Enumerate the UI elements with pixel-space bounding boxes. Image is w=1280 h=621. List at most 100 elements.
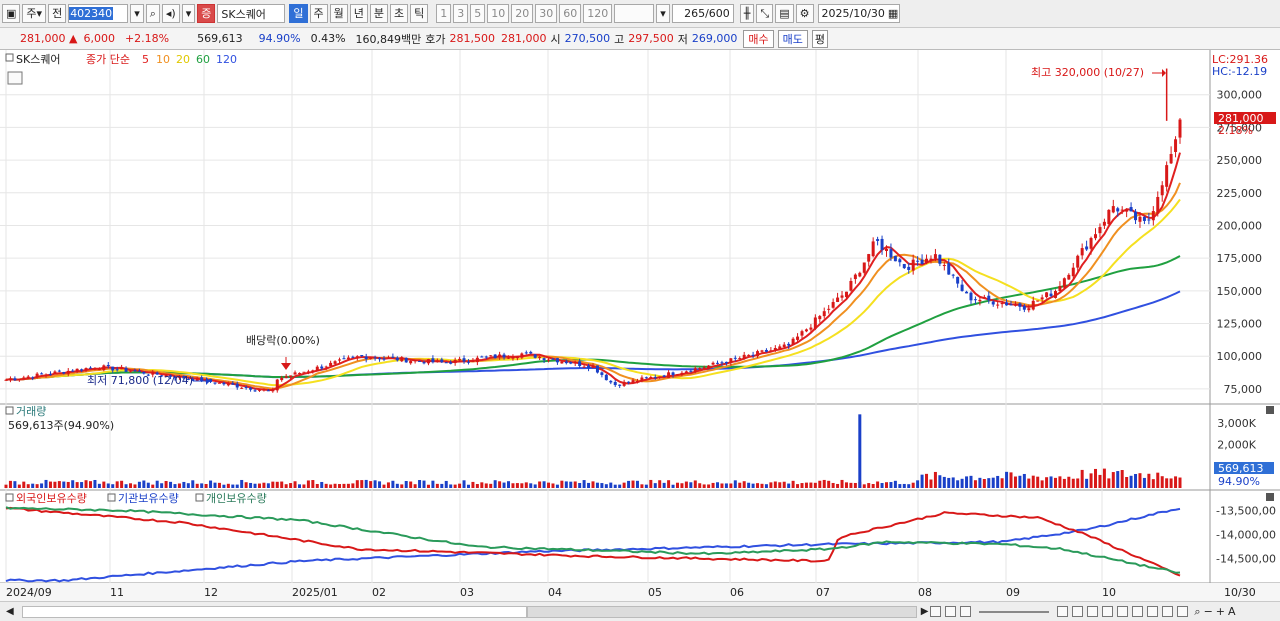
scroll-track[interactable] xyxy=(21,605,527,618)
interval-60-button[interactable]: 60 xyxy=(559,4,582,23)
evaluate-button[interactable]: 평 xyxy=(811,29,829,48)
volume-bar xyxy=(293,481,297,488)
volume-bar xyxy=(133,484,137,488)
gear-icon[interactable]: ⚙ xyxy=(795,4,814,23)
volume-bar xyxy=(151,484,155,488)
candle-body xyxy=(644,377,648,379)
buy-button[interactable]: 매수 xyxy=(743,29,774,48)
zoom-out-icon[interactable]: − xyxy=(1204,605,1213,618)
draw-tool-icon[interactable]: ⤡ xyxy=(756,4,774,23)
scroll-left-icon[interactable]: ◀ xyxy=(6,606,14,617)
volume-bar xyxy=(1178,477,1182,488)
tool-icon-1[interactable] xyxy=(1057,606,1069,617)
interval-30-button[interactable]: 30 xyxy=(535,4,558,23)
scroll-right-icon[interactable]: ▶ xyxy=(921,606,929,617)
tool-icon-5[interactable] xyxy=(1117,606,1129,617)
candle-body xyxy=(782,344,786,348)
ask-label: 호가 xyxy=(425,32,446,46)
stop-icon[interactable] xyxy=(945,606,957,617)
volume-bar xyxy=(329,484,333,488)
tool-icon-7[interactable] xyxy=(1147,606,1159,617)
volume-bar xyxy=(364,479,368,488)
period-week-button[interactable]: 주 xyxy=(309,4,328,23)
candle-body xyxy=(920,259,924,264)
period-second-button[interactable]: 초 xyxy=(390,4,409,23)
volume-bar xyxy=(600,483,604,488)
up-arrow-icon: ▲ xyxy=(69,32,78,45)
candle-body xyxy=(880,238,884,250)
rewind-icon[interactable] xyxy=(930,606,942,617)
volume-bar xyxy=(618,484,622,488)
zoom-search-icon[interactable]: ⌕ xyxy=(1194,605,1200,619)
volume-bar xyxy=(244,482,248,488)
volume-bar xyxy=(169,481,173,488)
candle-body xyxy=(787,343,791,346)
period-tick-button[interactable]: 틱 xyxy=(410,4,429,23)
tool-icon-4[interactable] xyxy=(1102,606,1114,617)
stock-name-field[interactable]: SK스퀘어 xyxy=(217,4,286,23)
tool-icon-6[interactable] xyxy=(1132,606,1144,617)
tool-icon-3[interactable] xyxy=(1087,606,1099,617)
volume-title: 거래량 xyxy=(16,405,46,418)
interval-3-button[interactable]: 3 xyxy=(453,4,469,23)
volume-bar xyxy=(373,480,377,488)
tool-icon-8[interactable] xyxy=(1162,606,1174,617)
candle-body xyxy=(53,371,57,374)
candle-body xyxy=(507,357,511,359)
layout-icon[interactable]: ▣ xyxy=(2,4,21,23)
volume-bar xyxy=(418,480,422,488)
candle-body xyxy=(796,336,800,340)
candle-body xyxy=(649,376,653,379)
interval-1-button[interactable]: 1 xyxy=(436,4,452,23)
calendar-icon[interactable]: ▦ xyxy=(888,7,898,20)
play-icon[interactable] xyxy=(960,606,972,617)
candle-body xyxy=(1040,297,1044,300)
candle-body xyxy=(595,365,599,373)
interval-dropdown-icon[interactable]: ▾ xyxy=(656,4,670,23)
period-minute-button[interactable]: 분 xyxy=(369,4,388,23)
tool-icon-2[interactable] xyxy=(1072,606,1084,617)
zoom-slider[interactable] xyxy=(979,610,1050,613)
stock-code-input[interactable]: 402340 xyxy=(68,4,129,23)
font-size-icon[interactable]: A xyxy=(1228,605,1236,618)
interval-custom-input[interactable] xyxy=(614,4,655,23)
sell-button[interactable]: 매도 xyxy=(777,29,808,48)
interval-10-button[interactable]: 10 xyxy=(487,4,510,23)
candle-body xyxy=(320,366,324,369)
code-dropdown-icon[interactable]: ▾ xyxy=(130,4,144,23)
date-input[interactable]: 2025/10/30 ▦ xyxy=(817,4,900,23)
candle-body xyxy=(738,358,742,360)
type-select[interactable]: 주 ▾ xyxy=(22,4,47,23)
search-icon[interactable]: ⌕ xyxy=(145,4,160,23)
period-day-button[interactable]: 일 xyxy=(289,4,308,23)
tool-icon-9[interactable] xyxy=(1177,606,1189,617)
prev-button[interactable]: 전 xyxy=(48,4,67,23)
volume-panel-close-icon[interactable] xyxy=(1266,406,1274,414)
low-label: 저 xyxy=(677,32,688,46)
period-year-button[interactable]: 년 xyxy=(349,4,368,23)
data-count-input[interactable]: 265/600 xyxy=(671,4,734,23)
save-icon[interactable]: ▤ xyxy=(775,4,794,23)
interval-20-button[interactable]: 20 xyxy=(511,4,534,23)
volume-bar xyxy=(751,483,755,488)
zoom-in-icon[interactable]: + xyxy=(1216,605,1225,618)
holdings-panel-close-icon[interactable] xyxy=(1266,493,1274,501)
chart-area[interactable]: 300,000 275,000 250,000 225,000 200,000 175,0… xyxy=(0,50,1280,601)
candle-type-icon[interactable]: ╫ xyxy=(739,4,755,23)
candle-body xyxy=(315,366,319,372)
interval-5-button[interactable]: 5 xyxy=(470,4,486,23)
candle-body xyxy=(973,299,977,301)
x-axis-month-label: 09 xyxy=(1006,586,1020,599)
candle-body xyxy=(111,366,115,371)
candle-body xyxy=(604,374,608,381)
candle-body xyxy=(226,383,230,386)
interval-120-button[interactable]: 120 xyxy=(583,4,613,23)
speaker-icon[interactable]: ◂) xyxy=(161,4,180,23)
candle-body xyxy=(458,358,462,361)
period-month-button[interactable]: 월 xyxy=(329,4,348,23)
calculator-icon[interactable] xyxy=(7,71,23,85)
scroll-thumb[interactable] xyxy=(526,605,917,618)
speaker-dropdown-icon[interactable]: ▾ xyxy=(181,4,196,23)
candle-body xyxy=(22,377,26,379)
stock-chart[interactable]: 300,000275,000250,000225,000200,000175,0… xyxy=(0,50,1280,601)
